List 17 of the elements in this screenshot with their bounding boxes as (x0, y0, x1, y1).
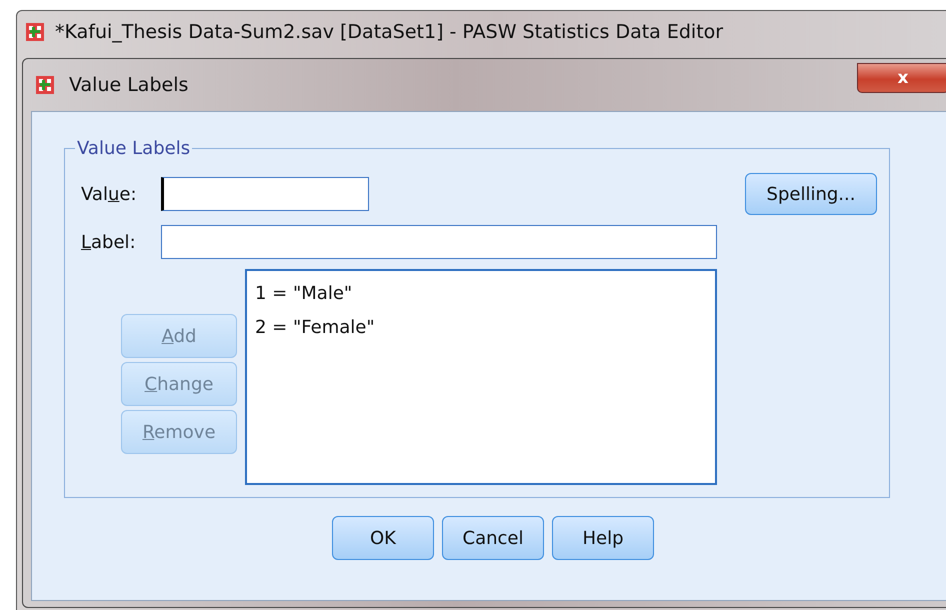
group-title: Value Labels (76, 138, 192, 159)
dialog-button[interactable]: OK (332, 516, 434, 560)
dialog-title: Value Labels (69, 74, 188, 96)
list-item[interactable]: 2 = "Female" (255, 311, 707, 345)
close-button[interactable]: x (857, 63, 946, 93)
spreadsheet-icon (35, 75, 55, 95)
dialog-button[interactable]: Cancel (442, 516, 544, 560)
field-label: Label: (81, 232, 137, 252)
spreadsheet-icon (25, 22, 45, 42)
dialog-button[interactable]: Help (552, 516, 654, 560)
field-label: Value: (81, 184, 138, 204)
value-field[interactable] (161, 177, 369, 211)
label-field[interactable] (161, 225, 717, 259)
labels-list[interactable]: 1 = "Male" 2 = "Female" (245, 269, 717, 485)
list-item[interactable]: 1 = "Male" (255, 277, 707, 311)
window-title: *Kafui_Thesis Data-Sum2.sav [DataSet1] - PASW Statistics Data Editor (55, 21, 724, 43)
spelling-button[interactable]: Spelling... (745, 173, 877, 215)
